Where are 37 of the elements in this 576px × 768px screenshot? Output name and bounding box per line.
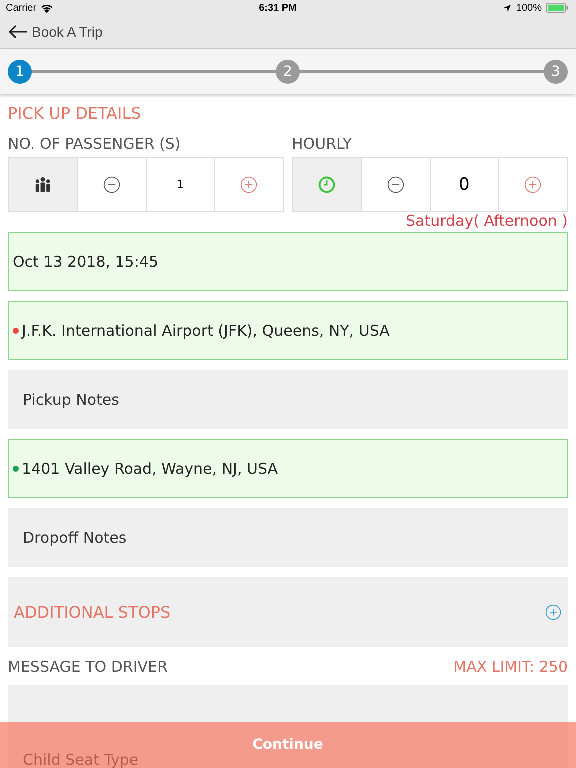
carrier-label: Carrier xyxy=(6,2,37,14)
page-title: Book A Trip xyxy=(32,24,103,40)
step-indicator[interactable]: 2 xyxy=(276,60,300,84)
wifi-icon xyxy=(40,4,53,12)
back-arrow-icon[interactable] xyxy=(8,25,28,39)
counter-value: 1 xyxy=(176,178,184,191)
day-period-label: Saturday( Afternoon ) xyxy=(405,212,568,232)
notes-field[interactable]: Pickup Notes xyxy=(8,370,568,429)
step-indicator[interactable]: 1 xyxy=(8,60,32,84)
address-field[interactable]: 1401 Valley Road, Wayne, NJ, USA xyxy=(8,439,568,498)
step-indicator[interactable]: 3 xyxy=(544,60,568,84)
counter-label: HOURLY xyxy=(292,135,354,155)
message-field[interactable] xyxy=(8,685,568,721)
plus-icon[interactable] xyxy=(240,176,258,194)
additional-stops-row[interactable]: ADDITIONAL STOPS xyxy=(8,577,568,647)
address-field[interactable]: J.F.K. International Airport (JFK), Queens, NY, USA xyxy=(8,301,568,360)
counter-value: 0 xyxy=(458,174,470,194)
people-icon xyxy=(34,176,52,192)
clock-time: 6:31 PM xyxy=(258,2,298,14)
additional-stops-label: ADDITIONAL STOPS xyxy=(14,602,171,622)
date-time-field[interactable]: Oct 13 2018, 15:45 xyxy=(8,232,568,291)
notes-field[interactable]: Dropoff Notes xyxy=(8,508,568,567)
plus-icon[interactable] xyxy=(524,176,542,194)
add-icon[interactable] xyxy=(545,604,562,620)
clock-icon xyxy=(318,176,336,194)
counter-label: NO. OF PASSENGER (S) xyxy=(8,135,182,155)
section-title: PICK UP DETAILS xyxy=(8,104,142,123)
battery-icon xyxy=(546,3,570,13)
minus-icon[interactable] xyxy=(102,176,121,194)
battery-percent: 100% xyxy=(516,2,542,14)
child-seat-dropdown[interactable]: Child Seat Type xyxy=(23,751,139,768)
address-text: J.F.K. International Airport (JFK), Queens, NY, USA xyxy=(22,322,390,340)
max-limit-label: MAX LIMIT: 250 xyxy=(454,658,568,676)
address-text: 1401 Valley Road, Wayne, NJ, USA xyxy=(22,460,278,478)
location-arrow-icon xyxy=(503,4,512,12)
message-label: MESSAGE TO DRIVER xyxy=(8,658,168,676)
minus-icon[interactable] xyxy=(386,176,405,194)
